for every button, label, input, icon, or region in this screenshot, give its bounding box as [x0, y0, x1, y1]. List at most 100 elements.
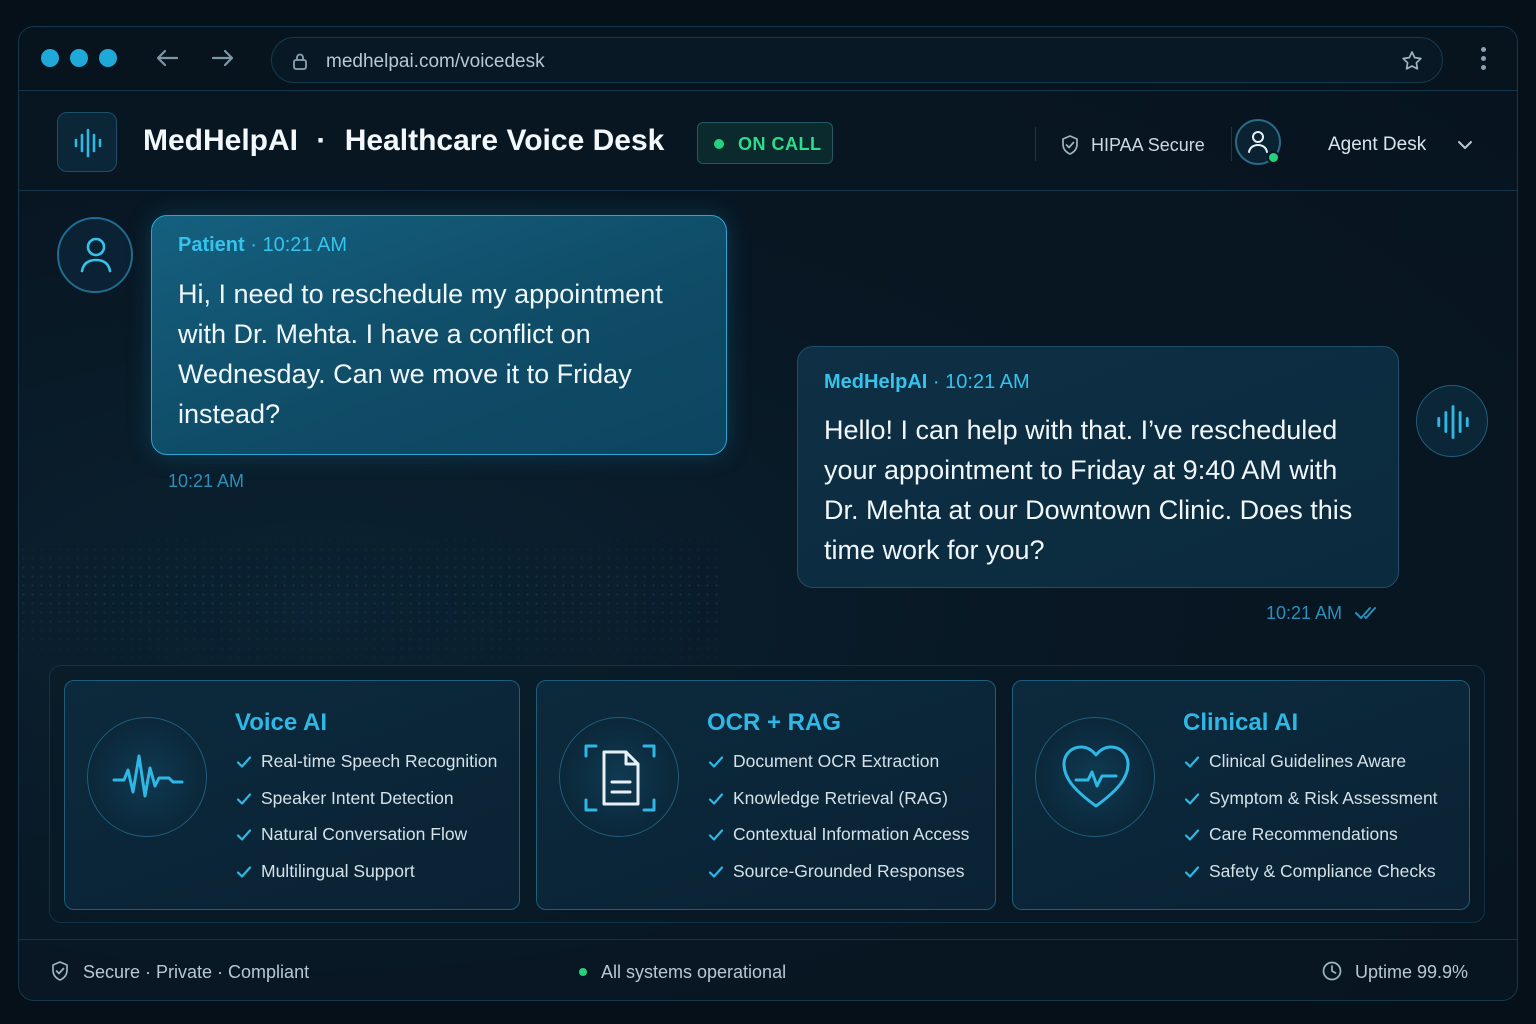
app-header: MedHelpAI · Healthcare Voice Desk ON CAL… — [19, 91, 1517, 191]
compliance-label: Secure · Private · Compliant — [83, 962, 310, 982]
feature-list: Document OCR Extraction Knowledge Retrie… — [707, 751, 969, 898]
double-check-icon — [1355, 607, 1376, 619]
feature-title: OCR + RAG — [707, 709, 842, 736]
feature-item: Safety & Compliance Checks — [1183, 861, 1438, 898]
agent-desk-label[interactable]: Agent Desk — [1328, 134, 1426, 156]
lock-icon — [293, 53, 307, 70]
feature-item: Knowledge Retrieval (RAG) — [707, 788, 969, 825]
forward-button[interactable] — [207, 42, 239, 74]
arrow-left-icon — [156, 49, 179, 67]
logo — [57, 112, 117, 172]
message-header: MedHelpAI · 10:21 AM — [824, 371, 1372, 394]
check-icon — [708, 793, 724, 805]
heart-pulse-icon — [1062, 745, 1130, 808]
features-panel: Voice AI Real-time Speech Recognition Sp… — [49, 665, 1485, 923]
feature-item: Document OCR Extraction — [707, 751, 969, 788]
check-icon — [236, 756, 252, 768]
browser-toolbar: medhelpai.com/voicedesk — [19, 27, 1517, 91]
arrow-right-icon — [211, 49, 234, 67]
waveform-icon — [112, 754, 184, 798]
address-bar[interactable]: medhelpai.com/voicedesk — [271, 37, 1443, 83]
url-text[interactable]: medhelpai.com/voicedesk — [326, 51, 545, 73]
check-icon — [708, 829, 724, 841]
feature-item: Care Recommendations — [1183, 824, 1438, 861]
message-timestamp: 10:21 AM — [1266, 603, 1343, 623]
status-dot — [579, 968, 587, 976]
feature-item: Source-Grounded Responses — [707, 861, 969, 898]
feature-item: Speaker Intent Detection — [235, 788, 497, 825]
feature-item: Contextual Information Access — [707, 824, 969, 861]
message-text: Hello! I can help with that. I’ve resche… — [824, 415, 1353, 565]
feature-item: Symptom & Risk Assessment — [1183, 788, 1438, 825]
title-separator: · — [316, 124, 327, 157]
document-scan-icon — [584, 744, 656, 812]
call-status-badge: ON CALL — [697, 122, 833, 164]
user-icon — [1248, 131, 1268, 153]
feature-item: Real-time Speech Recognition — [235, 751, 497, 788]
patient-message-bubble: Patient · 10:21 AM Hi, I need to resched… — [151, 215, 727, 455]
message-sender: Patient — [178, 234, 245, 256]
message-separator: · — [932, 371, 940, 393]
check-icon — [1184, 793, 1200, 805]
message-header: Patient · 10:21 AM — [178, 234, 700, 257]
online-indicator — [1267, 151, 1280, 164]
check-icon — [1184, 756, 1200, 768]
message-time: 10:21 AM — [945, 371, 1030, 393]
bookmark-star-icon[interactable] — [1400, 49, 1424, 73]
assistant-message-bubble: MedHelpAI · 10:21 AM Hello! I can help w… — [797, 346, 1399, 588]
clock-icon — [1322, 961, 1342, 981]
feature-item: Multilingual Support — [235, 861, 497, 898]
system-status: All systems operational — [579, 960, 839, 984]
check-icon — [1184, 829, 1200, 841]
patient-avatar — [57, 217, 133, 293]
feature-item: Clinical Guidelines Aware — [1183, 751, 1438, 788]
window-control-maximize[interactable] — [99, 49, 117, 67]
shield-check-icon — [1062, 135, 1078, 155]
feature-item: Natural Conversation Flow — [235, 824, 497, 861]
feature-list: Real-time Speech Recognition Speaker Int… — [235, 751, 497, 898]
uptime-status: Uptime 99.9% — [1321, 960, 1491, 984]
voice-wave-icon — [1437, 405, 1469, 439]
compliance-status: Secure · Private · Compliant — [49, 960, 349, 984]
page-title: MedHelpAI · Healthcare Voice Desk — [143, 124, 664, 158]
feature-icon-ring — [559, 717, 679, 837]
uptime-label: Uptime 99.9% — [1355, 962, 1469, 982]
check-icon — [1184, 866, 1200, 878]
chevron-down-icon[interactable] — [1455, 135, 1475, 155]
feature-card-ocr-rag: OCR + RAG Document OCR Extraction Knowle… — [536, 680, 996, 910]
message-time: 10:21 AM — [262, 234, 347, 256]
status-dot — [714, 139, 724, 149]
assistant-avatar — [1416, 385, 1488, 457]
feature-icon-ring — [87, 717, 207, 837]
browser-menu-icon[interactable] — [1481, 47, 1487, 73]
check-icon — [236, 866, 252, 878]
message-separator: · — [250, 234, 257, 256]
call-status-label: ON CALL — [738, 134, 822, 154]
background-dot-pattern — [19, 527, 719, 677]
feature-title: Voice AI — [235, 709, 328, 736]
brand-name: MedHelpAI — [143, 124, 299, 157]
window-control-close[interactable] — [41, 49, 59, 67]
check-icon — [708, 866, 724, 878]
check-icon — [236, 793, 252, 805]
user-icon — [80, 237, 112, 273]
hipaa-badge: HIPAA Secure — [1059, 133, 1219, 157]
hipaa-label: HIPAA Secure — [1091, 135, 1205, 155]
header-divider — [1231, 127, 1232, 161]
header-divider — [1035, 127, 1036, 161]
back-button[interactable] — [151, 42, 183, 74]
shield-check-icon — [52, 961, 68, 981]
feature-icon-ring — [1035, 717, 1155, 837]
feature-card-clinical-ai: Clinical AI Clinical Guidelines Aware Sy… — [1012, 680, 1470, 910]
window-control-minimize[interactable] — [70, 49, 88, 67]
agent-avatar[interactable] — [1235, 119, 1281, 165]
app-window: medhelpai.com/voicedesk MedHelpAI · Heal… — [18, 26, 1518, 1001]
message-timestamp: 10:21 AM — [168, 471, 245, 491]
check-icon — [236, 829, 252, 841]
message-text: Hi, I need to reschedule my appointment … — [178, 279, 663, 429]
feature-title: Clinical AI — [1183, 709, 1299, 736]
feature-list: Clinical Guidelines Aware Symptom & Risk… — [1183, 751, 1438, 898]
voice-wave-icon — [74, 128, 102, 158]
check-icon — [708, 756, 724, 768]
feature-card-voice-ai: Voice AI Real-time Speech Recognition Sp… — [64, 680, 520, 910]
